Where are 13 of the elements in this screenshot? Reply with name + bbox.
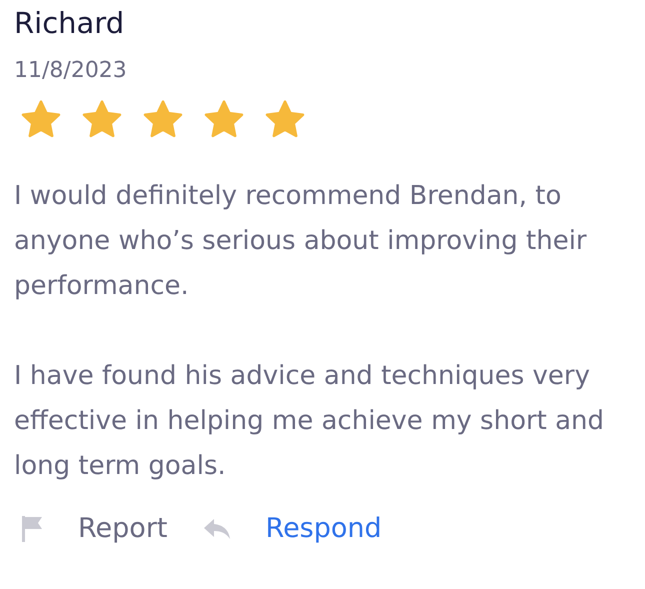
review-text: I would definitely recommend Brendan, to anyone who’s serious about improving their performance. — [14, 180, 588, 303]
review-date: 11/8/2023 — [14, 57, 128, 85]
star-icon — [20, 100, 62, 140]
respond-link[interactable]: Respond — [266, 513, 382, 544]
review-text: I have found his advice and techniques very effective in helping me achieve my short and long term goals. — [14, 360, 606, 483]
reviewer-name: Richard — [14, 5, 126, 42]
star-icon — [81, 100, 123, 140]
star-icon — [264, 100, 306, 140]
star-icon — [203, 100, 245, 140]
flag-icon — [20, 514, 44, 542]
star-icon — [142, 100, 184, 140]
reply-icon — [202, 516, 232, 540]
report-link[interactable]: Report — [78, 513, 168, 544]
